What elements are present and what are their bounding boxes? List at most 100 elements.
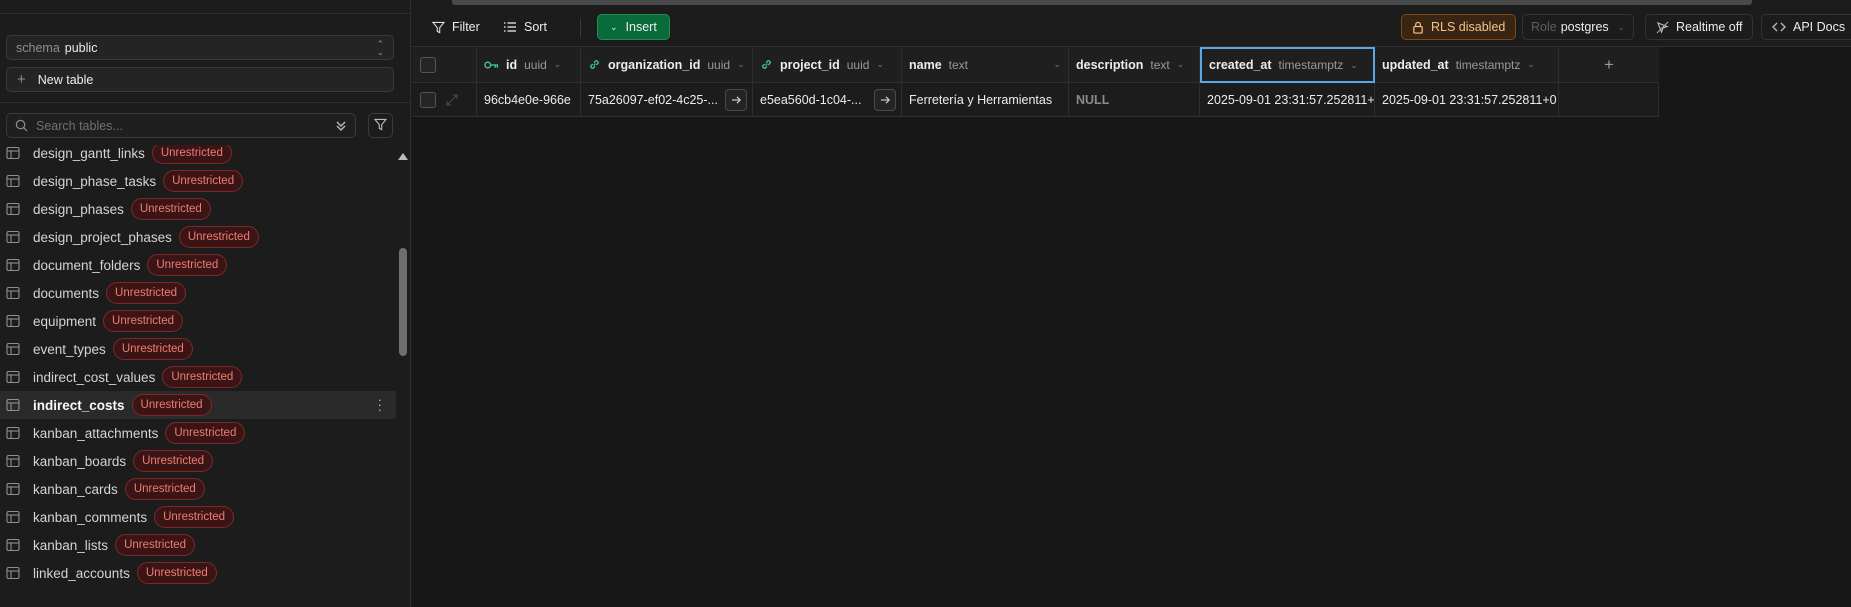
filter-button[interactable]: Filter bbox=[424, 14, 488, 40]
unrestricted-badge: Unrestricted bbox=[147, 254, 228, 276]
row-checkbox[interactable] bbox=[420, 91, 436, 108]
sidebar-item-linked-accounts[interactable]: linked_accounts Unrestricted bbox=[0, 559, 396, 587]
unrestricted-badge: Unrestricted bbox=[133, 450, 214, 472]
sidebar-item-design-phases[interactable]: design_phases Unrestricted bbox=[0, 195, 396, 223]
new-table-label: New table bbox=[37, 72, 94, 87]
sort-button[interactable]: Sort bbox=[495, 14, 555, 40]
table-name: linked_accounts bbox=[33, 565, 130, 581]
table-name: kanban_attachments bbox=[33, 425, 159, 441]
table-name: kanban_boards bbox=[33, 453, 127, 469]
sidebar-item-design-gantt-links[interactable]: design_gantt_links Unrestricted bbox=[0, 145, 396, 167]
chevron-down-icon[interactable]: ⌄ bbox=[1350, 60, 1358, 71]
sidebar-item-design-project-phases[interactable]: design_project_phases Unrestricted bbox=[0, 223, 396, 251]
chevron-down-icon[interactable]: ⌄ bbox=[737, 59, 745, 70]
sidebar-item-event-types[interactable]: event_types Unrestricted bbox=[0, 335, 396, 363]
select-all-checkbox[interactable] bbox=[420, 56, 436, 73]
column-type: text bbox=[1150, 57, 1170, 72]
expand-row-icon[interactable] bbox=[446, 93, 458, 106]
api-docs-button[interactable]: API Docs bbox=[1761, 14, 1851, 40]
sidebar-item-kanban-comments[interactable]: kanban_comments Unrestricted bbox=[0, 503, 396, 531]
arrow-right-icon bbox=[731, 96, 741, 104]
sidebar-item-kanban-lists[interactable]: kanban_lists Unrestricted bbox=[0, 531, 396, 559]
sort-label: Sort bbox=[524, 20, 547, 34]
cell-organization-id[interactable]: 75a26097-ef02-4c25-... bbox=[581, 83, 753, 117]
sidebar-item-kanban-boards[interactable]: kanban_boards Unrestricted bbox=[0, 447, 396, 475]
unrestricted-badge: Unrestricted bbox=[103, 310, 184, 332]
table-sidebar: schema public ⌃ ⌄ + New table Search tabl… bbox=[0, 0, 411, 607]
column-type: timestamptz bbox=[1455, 57, 1521, 72]
cell-updated-at[interactable]: 2025-09-01 23:31:57.252811+0 bbox=[1375, 83, 1559, 117]
sidebar-item-indirect-costs[interactable]: indirect_costs Unrestricted · · · bbox=[0, 391, 396, 419]
null-value: NULL bbox=[1076, 92, 1110, 107]
funnel-icon bbox=[432, 21, 445, 34]
chevron-down-icon[interactable]: ⌄ bbox=[1177, 59, 1185, 70]
filter-label: Filter bbox=[452, 20, 480, 34]
realtime-button[interactable]: Realtime off bbox=[1645, 14, 1754, 40]
schema-select[interactable]: schema public ⌃ ⌄ bbox=[6, 35, 394, 60]
cell-created-at[interactable]: 2025-09-01 23:31:57.252811+( bbox=[1200, 83, 1375, 117]
cell-id[interactable]: 96cb4e0e-966e bbox=[477, 83, 581, 117]
sidebar-item-design-phase-tasks[interactable]: design_phase_tasks Unrestricted bbox=[0, 167, 396, 195]
sidebar-item-documents[interactable]: documents Unrestricted bbox=[0, 279, 396, 307]
table-icon bbox=[6, 538, 20, 552]
sidebar-top-divider bbox=[0, 13, 410, 14]
table-name: indirect_costs bbox=[33, 397, 125, 413]
table-name: design_phase_tasks bbox=[33, 173, 157, 189]
sidebar-item-equipment[interactable]: equipment Unrestricted bbox=[0, 307, 396, 335]
unrestricted-badge: Unrestricted bbox=[124, 478, 205, 500]
more-options-icon[interactable]: · · · bbox=[378, 393, 382, 416]
new-table-button[interactable]: + New table bbox=[6, 67, 394, 92]
cell-name[interactable]: Ferretería y Herramientas bbox=[902, 83, 1069, 117]
sidebar-scrollbar[interactable] bbox=[396, 145, 410, 607]
table-list: design_gantt_links Unrestricted design_pha… bbox=[0, 145, 396, 607]
foreign-key-arrow-button[interactable] bbox=[725, 89, 747, 111]
column-type: timestamptz bbox=[1278, 58, 1344, 72]
chevron-down-icon[interactable]: ⌄ bbox=[1053, 59, 1061, 70]
sidebar-item-kanban-cards[interactable]: kanban_cards Unrestricted bbox=[0, 475, 396, 503]
filter-tables-button[interactable] bbox=[368, 113, 393, 138]
table-name: event_types bbox=[33, 341, 106, 357]
rls-disabled-button[interactable]: RLS disabled bbox=[1401, 14, 1517, 40]
add-column-button[interactable]: + bbox=[1559, 47, 1659, 83]
sidebar-scrollbar-thumb[interactable] bbox=[399, 248, 407, 356]
plus-icon: + bbox=[17, 71, 26, 88]
column-type: uuid bbox=[846, 57, 870, 72]
sidebar-item-kanban-attachments[interactable]: kanban_attachments Unrestricted bbox=[0, 419, 396, 447]
double-chevron-down-icon[interactable] bbox=[335, 120, 347, 132]
chevron-up-down-icon: ⌃ ⌄ bbox=[376, 38, 384, 57]
table-name: design_project_phases bbox=[33, 229, 172, 245]
unrestricted-badge: Unrestricted bbox=[115, 534, 196, 556]
column-header-description[interactable]: description text ⌄ bbox=[1069, 47, 1200, 83]
table-name: indirect_cost_values bbox=[33, 369, 156, 385]
unrestricted-badge: Unrestricted bbox=[106, 282, 187, 304]
column-type: uuid bbox=[707, 57, 731, 72]
scroll-up-arrow-icon[interactable] bbox=[398, 153, 408, 160]
search-tables-input[interactable]: Search tables... bbox=[6, 113, 356, 138]
unrestricted-badge: Unrestricted bbox=[178, 226, 259, 248]
chevron-down-icon[interactable]: ⌄ bbox=[876, 59, 884, 70]
cell-description[interactable]: NULL bbox=[1069, 83, 1200, 117]
horizontal-scrollbar-thumb[interactable] bbox=[452, 0, 1752, 5]
column-header-project-id[interactable]: project_id uuid ⌄ bbox=[753, 47, 902, 83]
role-prefix: Role bbox=[1531, 20, 1557, 34]
chevron-down-icon[interactable]: ⌄ bbox=[1527, 59, 1535, 70]
column-header-created-at[interactable]: created_at timestamptz ⌄ bbox=[1200, 47, 1375, 83]
horizontal-scrollbar[interactable] bbox=[412, 0, 1851, 7]
sidebar-item-indirect-cost-values[interactable]: indirect_cost_values Unrestricted bbox=[0, 363, 396, 391]
sidebar-divider bbox=[0, 102, 410, 103]
chevron-down-icon[interactable]: ⌄ bbox=[554, 59, 562, 70]
column-header-organization-id[interactable]: organization_id uuid ⌄ bbox=[581, 47, 753, 83]
insert-label: Insert bbox=[625, 20, 657, 34]
column-name: project_id bbox=[780, 57, 840, 72]
table-icon bbox=[6, 370, 20, 384]
sidebar-item-document-folders[interactable]: document_folders Unrestricted bbox=[0, 251, 396, 279]
foreign-key-arrow-button[interactable] bbox=[874, 89, 896, 111]
cell-project-id[interactable]: e5ea560d-1c04-... bbox=[753, 83, 902, 117]
unrestricted-badge: Unrestricted bbox=[165, 422, 246, 444]
role-select[interactable]: Role postgres ⌄ bbox=[1522, 14, 1634, 40]
table-name: design_phases bbox=[33, 201, 124, 217]
column-header-name[interactable]: name text ⌄ bbox=[902, 47, 1069, 83]
insert-button[interactable]: ⌄ Insert bbox=[597, 14, 670, 40]
column-header-updated-at[interactable]: updated_at timestamptz ⌄ bbox=[1375, 47, 1559, 83]
column-header-id[interactable]: id uuid ⌄ bbox=[477, 47, 581, 83]
